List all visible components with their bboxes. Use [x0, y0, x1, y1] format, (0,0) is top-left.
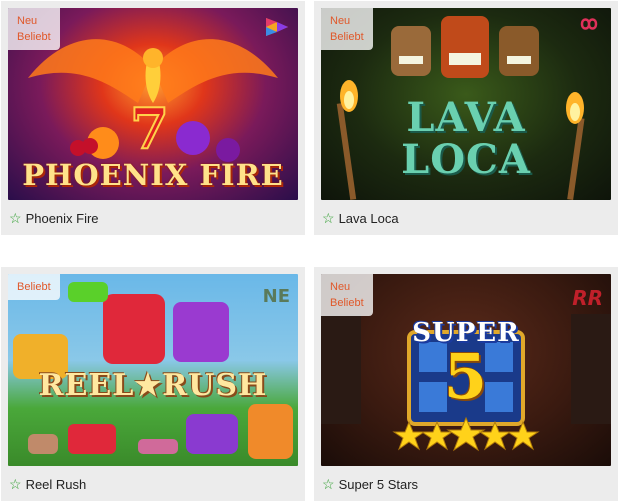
game-title[interactable]: Super 5 Stars — [339, 477, 419, 492]
game-thumbnail[interactable]: Neu Beliebt RR SUPER 5 — [321, 274, 611, 466]
game-logo-text: PHOENIX FIRE — [22, 158, 284, 192]
game-title[interactable]: Phoenix Fire — [26, 211, 99, 226]
game-thumbnail[interactable]: Beliebt NE REEL★RUSH — [8, 274, 298, 466]
game-logo-line1: LAVA — [406, 94, 526, 141]
game-title[interactable]: Reel Rush — [26, 477, 87, 492]
game-card-super-5-stars[interactable]: Neu Beliebt RR SUPER 5 ☆ Super 5 Stars — [314, 267, 618, 501]
badge-popular: Beliebt — [17, 31, 51, 43]
pragmatic-triangle-logo-icon — [264, 16, 290, 38]
badge-popular: Beliebt — [17, 281, 51, 293]
badge-new: Neu — [330, 15, 351, 27]
game-logo-line2: 5 — [443, 340, 489, 413]
game-grid: Neu Beliebt 7 PHOENIX FIRE ☆ Phoenix Fir… — [0, 0, 620, 502]
star-outline-icon[interactable]: ☆ — [322, 211, 335, 225]
star-outline-icon[interactable]: ☆ — [9, 211, 22, 225]
netent-logo-icon: NE — [262, 286, 290, 307]
star-outline-icon[interactable]: ☆ — [9, 477, 22, 491]
game-thumbnail[interactable]: Neu Beliebt 7 PHOENIX FIRE — [8, 8, 298, 200]
badge-new: Neu — [330, 281, 351, 293]
game-logo-line2: LOCA — [401, 136, 531, 183]
game-logo-text: REEL★RUSH — [38, 368, 268, 403]
game-title[interactable]: Lava Loca — [339, 211, 399, 226]
rr-logo-icon: RR — [572, 286, 603, 310]
game-caption: ☆ Phoenix Fire — [8, 200, 298, 236]
badge-group: Neu Beliebt — [321, 8, 373, 50]
game-card-lava-loca[interactable]: Neu Beliebt LAVA LOCA ☆ Lava Loca — [314, 1, 618, 235]
badge-group: Neu Beliebt — [321, 274, 373, 316]
badge-popular: Beliebt — [330, 31, 364, 43]
badge-new: Neu — [17, 15, 38, 27]
game-caption: ☆ Reel Rush — [8, 466, 298, 502]
star-outline-icon[interactable]: ☆ — [322, 477, 335, 491]
game-thumbnail[interactable]: Neu Beliebt LAVA LOCA — [321, 8, 611, 200]
game-caption: ☆ Super 5 Stars — [321, 466, 611, 502]
infinity-logo-icon — [575, 16, 603, 32]
game-caption: ☆ Lava Loca — [321, 200, 611, 236]
badge-group: Neu Beliebt — [8, 8, 60, 50]
game-card-reel-rush[interactable]: Beliebt NE REEL★RUSH ☆ Reel Rush — [1, 267, 305, 501]
badge-popular: Beliebt — [330, 297, 364, 309]
badge-group: Beliebt — [8, 274, 60, 300]
svg-text:7: 7 — [130, 96, 169, 162]
game-card-phoenix-fire[interactable]: Neu Beliebt 7 PHOENIX FIRE ☆ Phoenix Fir… — [1, 1, 305, 235]
